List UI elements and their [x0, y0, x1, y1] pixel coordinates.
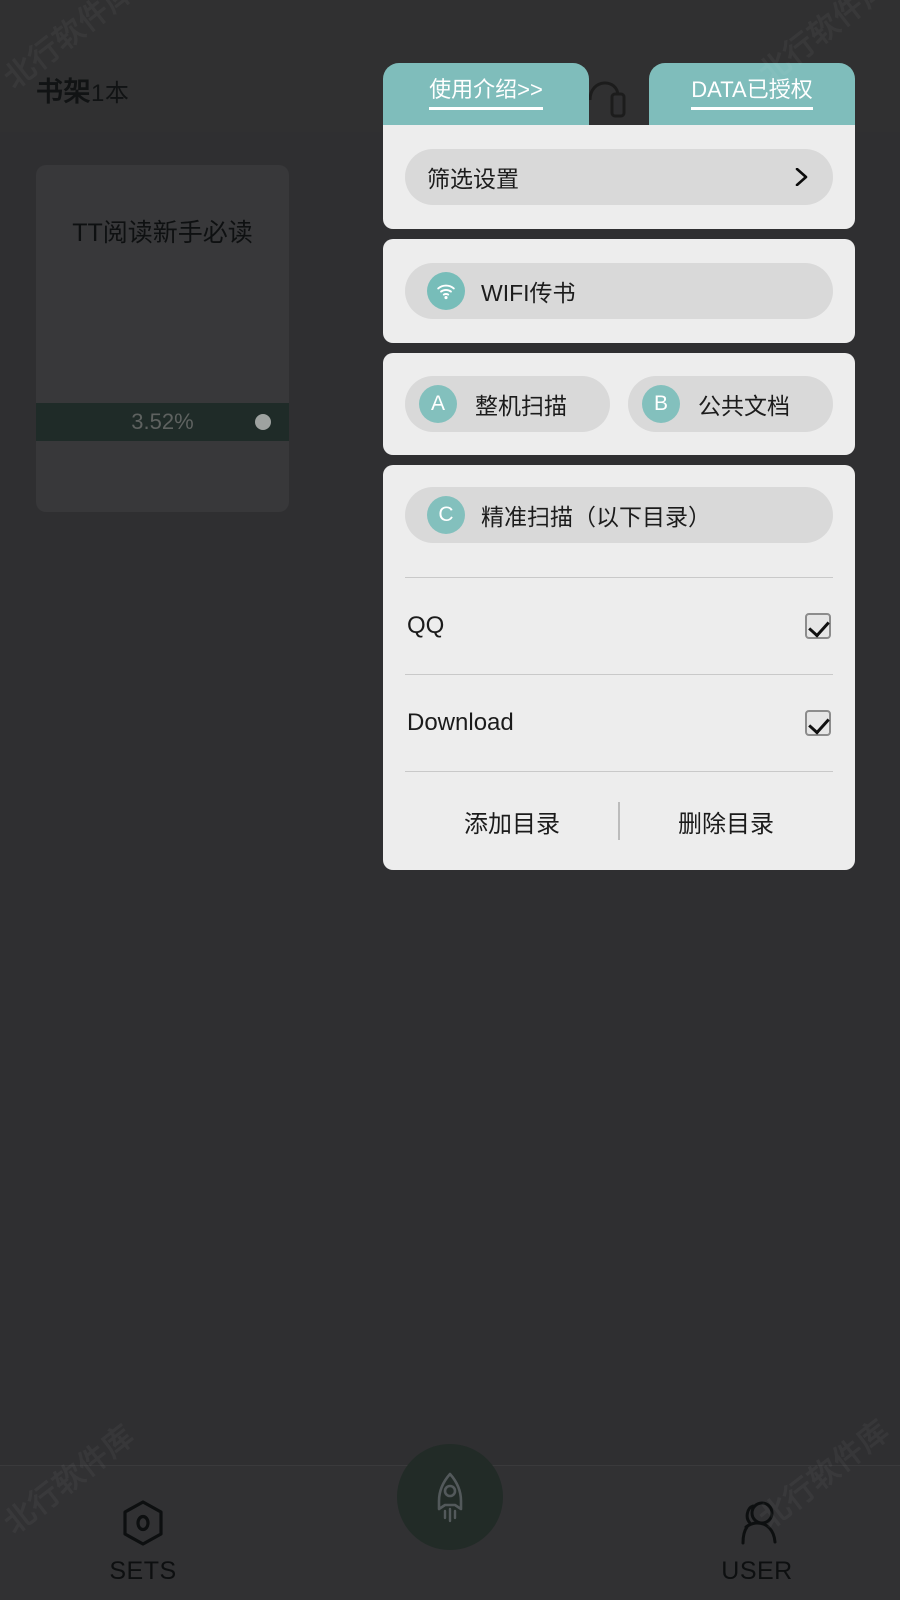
- add-directory-button[interactable]: 添加目录: [405, 804, 619, 839]
- directory-name-qq: QQ: [407, 612, 445, 639]
- scan-option-full-device-label: 整机扫描: [475, 393, 567, 419]
- directory-actions: 添加目录 删除目录: [405, 772, 833, 870]
- panel-scan-options: A 整机扫描 B 公共文档: [383, 353, 855, 455]
- badge-a: A: [419, 385, 457, 423]
- action-separator: [618, 802, 620, 840]
- directory-name-download: Download: [407, 709, 514, 736]
- hexagon-gear-icon: [123, 1500, 163, 1546]
- directory-checkbox-qq[interactable]: [805, 613, 831, 639]
- book-card[interactable]: TT阅读新手必读 3.52%: [36, 165, 289, 512]
- user-icon: [741, 1501, 777, 1545]
- panel-precise-scan: C 精准扫描（以下目录） QQ Download 添加目录 删除目录: [383, 465, 855, 870]
- import-overlay: 使用介绍>> DATA已授权 筛选设置 WIFI传书 A 整机扫描 B 公共文档…: [383, 63, 855, 880]
- scan-option-full-device[interactable]: A 整机扫描: [405, 376, 610, 432]
- overlay-tabs: 使用介绍>> DATA已授权: [383, 63, 855, 125]
- shelf-book-count: 1本: [91, 80, 130, 107]
- directory-checkbox-download[interactable]: [805, 710, 831, 736]
- page-title: 书架1本: [36, 70, 129, 109]
- fab-boost-button[interactable]: [397, 1444, 503, 1550]
- scan-options-row: A 整机扫描 B 公共文档: [405, 376, 833, 432]
- filter-settings-row[interactable]: 筛选设置: [405, 149, 833, 205]
- panel-filter-settings: 筛选设置: [383, 125, 855, 229]
- precise-scan-header[interactable]: C 精准扫描（以下目录）: [405, 487, 833, 543]
- nav-item-sets-label: SETS: [109, 1557, 177, 1585]
- wifi-icon: [427, 272, 465, 310]
- delete-directory-button[interactable]: 删除目录: [619, 804, 833, 839]
- bottom-navigation: SETS USER: [0, 1431, 900, 1600]
- scan-option-public-docs[interactable]: B 公共文档: [628, 376, 833, 432]
- nav-item-user-label: USER: [721, 1557, 793, 1585]
- precise-scan-label: 精准扫描（以下目录）: [481, 504, 711, 530]
- book-progress-bar: 3.52%: [36, 403, 289, 441]
- scan-option-public-docs-label: 公共文档: [698, 393, 790, 419]
- rocket-icon: [437, 1472, 463, 1523]
- book-progress-label: 3.52%: [131, 409, 194, 434]
- badge-c: C: [427, 496, 465, 534]
- wifi-transfer-row[interactable]: WIFI传书: [405, 263, 833, 319]
- tab-usage-intro-label: 使用介绍>>: [429, 77, 543, 111]
- tab-data-authorized[interactable]: DATA已授权: [649, 63, 855, 125]
- table-row[interactable]: Download: [405, 675, 833, 771]
- chevron-right-icon: [795, 168, 808, 186]
- table-row[interactable]: QQ: [405, 578, 833, 674]
- nav-item-sets[interactable]: SETS: [58, 1497, 228, 1586]
- shelf-title-text: 书架: [36, 77, 91, 107]
- filter-settings-label: 筛选设置: [427, 166, 519, 192]
- badge-b: B: [642, 385, 680, 423]
- app-root: 书架1本 TT阅读新手必读 3.52% 使用介绍>> DATA已授权 筛选设置 …: [0, 0, 900, 1600]
- nav-item-user[interactable]: USER: [672, 1497, 842, 1586]
- wifi-transfer-label: WIFI传书: [481, 280, 576, 306]
- book-title: TT阅读新手必读: [72, 219, 253, 247]
- panel-wifi-transfer: WIFI传书: [383, 239, 855, 343]
- book-progress-dot: [255, 414, 271, 430]
- tab-data-authorized-label: DATA已授权: [691, 77, 813, 111]
- tab-usage-intro[interactable]: 使用介绍>>: [383, 63, 589, 125]
